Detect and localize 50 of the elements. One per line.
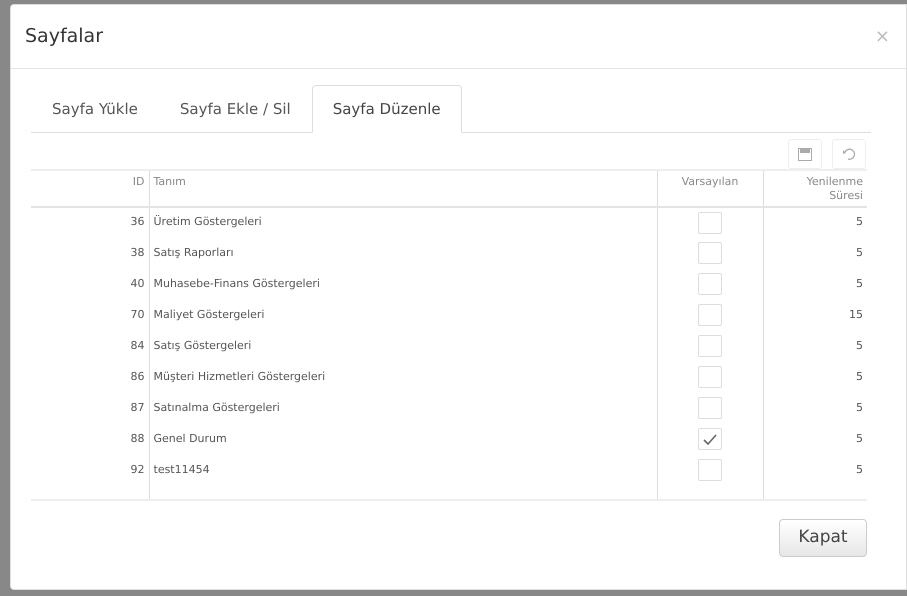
id-cell: 88: [130, 432, 144, 445]
id-cell: 92: [130, 462, 144, 476]
refresh-cell: 5: [856, 246, 863, 259]
undo-button[interactable]: [832, 139, 866, 169]
checkbox[interactable]: [698, 335, 722, 358]
tab[interactable]: Sayfa Yükle: [31, 85, 159, 133]
tab[interactable]: Sayfa Ekle / Sil: [158, 85, 312, 133]
checkbox[interactable]: [698, 459, 722, 482]
id-cell: 86: [130, 370, 144, 383]
id-cell: 70: [130, 308, 144, 321]
column-header: Tanım: [154, 175, 186, 188]
check-icon: [703, 434, 717, 445]
id-cell: 84: [130, 338, 144, 352]
name-cell: Muhasebe-Finans Göstergeleri: [154, 276, 320, 290]
close-dialog-button[interactable]: Kapat: [779, 518, 867, 557]
column-header: Yenilenme Süresi: [806, 175, 863, 204]
checkbox[interactable]: [698, 304, 722, 326]
name-cell: Genel Durum: [154, 432, 227, 445]
refresh-cell: 5: [856, 370, 863, 383]
id-cell: 87: [130, 400, 144, 414]
name-cell: test11454: [154, 462, 210, 476]
checkbox[interactable]: [698, 273, 722, 296]
refresh-cell: 5: [856, 432, 863, 445]
refresh-cell: 5: [856, 276, 863, 290]
tab[interactable]: Sayfa Düzenle: [312, 85, 462, 133]
refresh-cell: 5: [856, 462, 863, 476]
checkbox[interactable]: [698, 212, 722, 234]
id-cell: 36: [130, 215, 144, 228]
refresh-cell: 15: [849, 308, 863, 321]
dialog-title: Sayfalar: [25, 24, 104, 50]
name-cell: Satınalma Göstergeleri: [154, 400, 280, 414]
name-cell: Üretim Göstergeleri: [154, 215, 262, 228]
name-cell: Maliyet Göstergeleri: [154, 308, 264, 321]
checkbox[interactable]: [698, 366, 722, 388]
refresh-cell: 5: [856, 338, 863, 352]
column-header: ID: [132, 175, 144, 188]
id-cell: 38: [130, 246, 144, 259]
save-icon: [798, 148, 812, 160]
refresh-cell: 5: [856, 400, 863, 414]
name-cell: Müşteri Hizmetleri Göstergeleri: [154, 370, 326, 383]
name-cell: Satış Göstergeleri: [154, 338, 252, 352]
id-cell: 40: [130, 276, 144, 290]
checkbox[interactable]: [698, 428, 722, 450]
name-cell: Satış Raporları: [154, 246, 234, 259]
refresh-cell: 5: [856, 215, 863, 228]
checkbox[interactable]: [698, 397, 722, 420]
column-header: Varsayılan: [682, 175, 738, 188]
checkbox[interactable]: [698, 242, 722, 264]
save-button[interactable]: [788, 139, 822, 169]
undo-icon: [842, 148, 856, 160]
